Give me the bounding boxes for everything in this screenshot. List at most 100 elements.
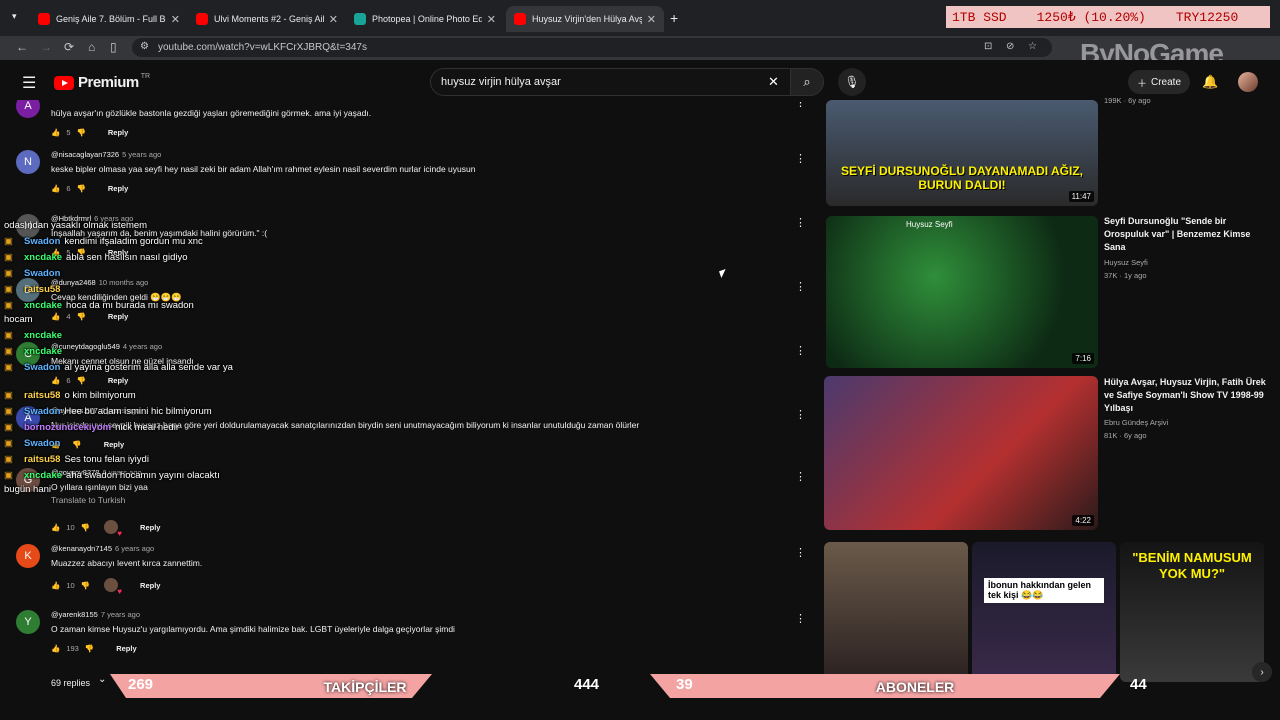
comment-author[interactable]: @kenanaydn7145 bbox=[51, 544, 112, 553]
chat-message: ▣ Swadon al yayina gosterim alla alla send… bbox=[4, 362, 233, 373]
new-tab-button[interactable]: + bbox=[670, 10, 678, 26]
video-title[interactable]: Seyfi Dursunoğlu "Sende bir Orospuluk va… bbox=[1104, 215, 1266, 254]
comment-time: 5 years ago bbox=[122, 150, 162, 159]
comment-avatar[interactable]: Y bbox=[16, 610, 40, 634]
reply-button[interactable]: Reply bbox=[140, 523, 160, 532]
short-thumbnail[interactable] bbox=[824, 542, 968, 682]
back-icon[interactable]: ← bbox=[16, 40, 28, 54]
url-field[interactable]: ⚙ youtube.com/watch?v=wLKFCrXJBRQ&t=347s bbox=[132, 38, 1052, 57]
reply-button[interactable]: Reply bbox=[108, 128, 128, 137]
account-avatar[interactable] bbox=[1238, 72, 1258, 92]
related-videos: SEYFİ DURSUNOĞLU DAYANAMADI AĞIZ, BURUN … bbox=[822, 96, 1280, 700]
thumbs-down-icon[interactable]: 👎 bbox=[85, 644, 94, 653]
comment-avatar[interactable]: N bbox=[16, 150, 40, 174]
thumbs-up-icon[interactable]: 👍 bbox=[51, 128, 60, 137]
thumbs-down-icon[interactable]: 👎 bbox=[77, 128, 86, 137]
thumbs-down-icon[interactable]: 👎 bbox=[81, 581, 90, 590]
chat-badge-icon: ▣ bbox=[4, 454, 13, 465]
replies-toggle[interactable]: 69 replies bbox=[51, 678, 90, 688]
chat-text: hoca da mı burada mı swadon bbox=[66, 300, 194, 311]
thumbs-up-icon[interactable]: 👍 bbox=[51, 523, 60, 532]
video-thumbnail[interactable]: 4:22 bbox=[824, 376, 1098, 530]
browser-tab-3[interactable]: Photopea | Online Photo Editor ✕ bbox=[346, 6, 504, 32]
reply-button[interactable]: Reply bbox=[116, 644, 136, 653]
more-actions-icon[interactable]: ⋮ bbox=[795, 152, 806, 165]
more-actions-icon[interactable]: ⋮ bbox=[795, 612, 806, 625]
create-button[interactable]: ＋ Create bbox=[1128, 70, 1190, 94]
comment-author[interactable]: @nisacaglayan7326 bbox=[51, 150, 119, 159]
thumbs-up-icon[interactable]: 👍 bbox=[51, 581, 60, 590]
youtube-premium-logo[interactable]: Premium TR bbox=[54, 73, 150, 91]
more-actions-icon[interactable]: ⋮ bbox=[795, 216, 806, 229]
sidebar-toggle-icon[interactable]: ▯ bbox=[110, 40, 117, 54]
close-icon[interactable]: ✕ bbox=[487, 13, 496, 26]
search-button[interactable]: ⌕ bbox=[790, 68, 824, 96]
close-icon[interactable]: ✕ bbox=[171, 13, 180, 26]
install-icon[interactable]: ⊡ bbox=[984, 41, 992, 52]
reload-icon[interactable]: ⟳ bbox=[64, 40, 74, 54]
close-icon[interactable]: ✕ bbox=[647, 13, 656, 26]
chat-username: Swadon bbox=[24, 236, 61, 247]
chat-badge-icon: ▣ bbox=[4, 284, 13, 295]
chat-message: ▣ Swadon kendimi ifşaladim gordun mu xnc bbox=[4, 236, 203, 247]
search-icon: ⌕ bbox=[803, 74, 811, 89]
star-icon[interactable]: ☆ bbox=[1028, 41, 1037, 52]
video-title[interactable]: Hülya Avşar, Huysuz Virjin, Fatih Ürek v… bbox=[1104, 376, 1266, 415]
browser-tab-1[interactable]: Geniş Aile 7. Bölüm - Full Bölüm ✕ bbox=[30, 6, 188, 32]
chat-username: xncdake bbox=[24, 252, 63, 263]
browser-tab-4-active[interactable]: Huysuz Virjin'den Hülya Avşar'a ✕ bbox=[506, 6, 664, 32]
clear-search-icon[interactable]: ✕ bbox=[768, 74, 779, 90]
reply-button[interactable]: Reply bbox=[108, 184, 128, 193]
channel-name[interactable]: Huysuz Seyfi bbox=[1104, 258, 1148, 267]
video-thumbnail[interactable]: SEYFİ DURSUNOĞLU DAYANAMADI AĞIZ, BURUN … bbox=[826, 100, 1098, 206]
voice-search-button[interactable]: 🎙 bbox=[838, 68, 866, 96]
comment-avatar[interactable]: K bbox=[16, 544, 40, 568]
thumbs-down-icon[interactable]: 👎 bbox=[77, 184, 86, 193]
logo-text: Premium bbox=[78, 74, 139, 91]
thumbs-up-icon[interactable]: 👍 bbox=[51, 644, 60, 653]
translate-link[interactable]: Translate to Turkish bbox=[51, 495, 125, 505]
more-actions-icon[interactable]: ⋮ bbox=[795, 100, 806, 109]
more-actions-icon[interactable]: ⋮ bbox=[795, 344, 806, 357]
thumbs-down-icon[interactable]: 👎 bbox=[81, 523, 90, 532]
home-icon[interactable]: ⌂ bbox=[88, 40, 95, 54]
chat-message: ▣ Swadon Hee bu adam ismini hic bilmiyorum bbox=[4, 406, 212, 417]
more-actions-icon[interactable]: ⋮ bbox=[795, 546, 806, 559]
comment-actions: 👍 5 👎 Reply bbox=[51, 128, 128, 137]
video-thumbnail[interactable]: Huysuz Seyfi 7:16 bbox=[826, 216, 1098, 368]
comment-author[interactable]: @yarenk8155 bbox=[51, 610, 98, 619]
bell-icon[interactable]: 🔔 bbox=[1202, 74, 1218, 90]
chat-badge-icon: ▣ bbox=[4, 438, 13, 449]
comment-actions: 👍 193 👎 Reply bbox=[51, 644, 137, 653]
short-thumbnail[interactable]: İbonun hakkından gelen tek kişi 😂😂 bbox=[972, 542, 1116, 682]
more-actions-icon[interactable]: ⋮ bbox=[795, 280, 806, 293]
close-icon[interactable]: ✕ bbox=[329, 13, 338, 26]
chat-username: xncdake bbox=[24, 330, 63, 341]
channel-name[interactable]: Ebru Gündeş Arşivi bbox=[1104, 418, 1168, 427]
browser-tab-2[interactable]: Ulvi Moments #2 - Geniş Aile - ✕ bbox=[188, 6, 346, 32]
short-thumbnail[interactable]: "BENİM NAMUSUM YOK MU?" bbox=[1120, 542, 1264, 682]
chat-message: ▣ xncdake hoca da mı burada mı swadon bbox=[4, 300, 194, 311]
chat-message: ▣ xncdake bbox=[4, 346, 66, 357]
thumbnail-caption: SEYFİ DURSUNOĞLU DAYANAMADI AĞIZ, BURUN … bbox=[840, 164, 1084, 192]
comment-avatar[interactable]: A bbox=[16, 100, 40, 118]
chat-badge-icon: ▣ bbox=[4, 330, 13, 341]
search-input[interactable]: huysuz virjin hülya avşar bbox=[430, 68, 790, 96]
video-duration: 7:16 bbox=[1072, 353, 1094, 364]
chat-username: xncdake bbox=[24, 346, 63, 357]
comment-actions: 👍 10 👎 Reply bbox=[51, 520, 160, 538]
like-count: 193 bbox=[66, 644, 79, 653]
play-logo-icon bbox=[54, 75, 74, 90]
site-info-icon[interactable]: ⚙ bbox=[140, 41, 149, 52]
comment-text: Muazzez abacıyı levent kırca zannettim. bbox=[51, 558, 203, 568]
more-actions-icon[interactable]: ⋮ bbox=[795, 408, 806, 421]
hamburger-menu-icon[interactable]: ☰ bbox=[22, 73, 36, 93]
thumbs-up-icon[interactable]: 👍 bbox=[51, 184, 60, 193]
tab-title: Huysuz Virjin'den Hülya Avşar'a bbox=[532, 14, 642, 24]
tab-search-icon[interactable]: ▾ bbox=[12, 11, 17, 22]
reply-button[interactable]: Reply bbox=[140, 581, 160, 590]
chat-username: xncdake bbox=[24, 470, 63, 481]
more-actions-icon[interactable]: ⋮ bbox=[795, 470, 806, 483]
forward-icon[interactable]: → bbox=[40, 40, 52, 54]
eye-off-icon[interactable]: ⊘ bbox=[1006, 41, 1014, 52]
